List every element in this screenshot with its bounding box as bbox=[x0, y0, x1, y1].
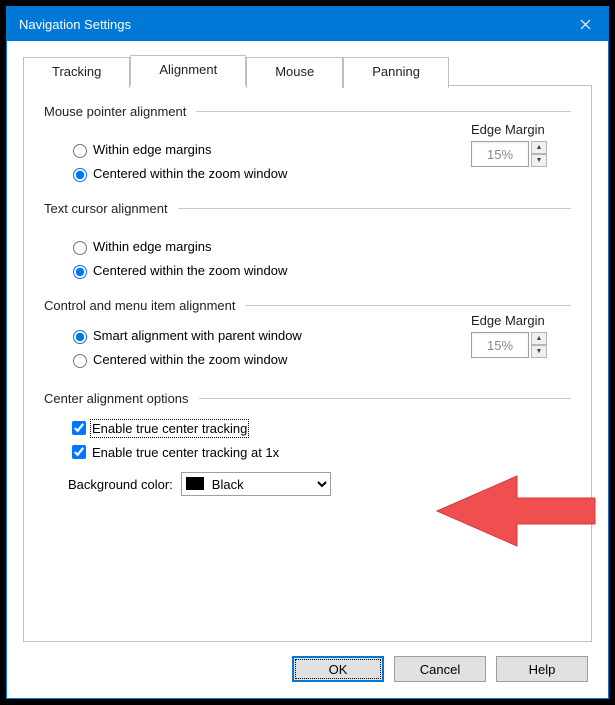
radio-control-smart[interactable] bbox=[73, 330, 87, 344]
group-center-options: Center alignment options Enable true cen… bbox=[44, 391, 571, 498]
mouse-margin-value[interactable]: 15% bbox=[471, 141, 529, 167]
label-background-color: Background color: bbox=[68, 477, 173, 492]
radio-text-edge[interactable] bbox=[73, 241, 87, 255]
label-edge-margin-text: Edge Margin bbox=[471, 313, 547, 328]
cancel-button[interactable]: Cancel bbox=[394, 656, 486, 682]
tab-tracking[interactable]: Tracking bbox=[23, 57, 130, 88]
help-button[interactable]: Help bbox=[496, 656, 588, 682]
window-title: Navigation Settings bbox=[19, 17, 562, 32]
close-icon bbox=[580, 19, 591, 30]
checkbox-true-center-1x[interactable] bbox=[72, 445, 86, 459]
label-mouse-centered: Centered within the zoom window bbox=[93, 166, 287, 181]
label-text-edge: Within edge margins bbox=[93, 239, 212, 254]
mouse-edge-margin: Edge Margin 15% ▲ ▼ bbox=[471, 122, 547, 167]
tab-mouse[interactable]: Mouse bbox=[246, 57, 343, 88]
group-title-text: Text cursor alignment bbox=[44, 201, 168, 216]
radio-control-centered[interactable] bbox=[73, 354, 87, 368]
radio-mouse-edge[interactable] bbox=[73, 144, 87, 158]
color-swatch-black bbox=[186, 477, 204, 490]
group-title-mouse: Mouse pointer alignment bbox=[44, 104, 186, 119]
radio-text-centered[interactable] bbox=[73, 265, 87, 279]
label-true-center: Enable true center tracking bbox=[92, 421, 247, 436]
label-mouse-edge: Within edge margins bbox=[93, 142, 212, 157]
tabstrip: Tracking Alignment Mouse Panning bbox=[23, 55, 592, 86]
tab-alignment[interactable]: Alignment bbox=[130, 55, 246, 86]
group-title-control: Control and menu item alignment bbox=[44, 298, 236, 313]
label-control-smart: Smart alignment with parent window bbox=[93, 328, 302, 343]
dialog-buttons: OK Cancel Help bbox=[23, 642, 592, 686]
label-true-center-1x: Enable true center tracking at 1x bbox=[92, 445, 279, 460]
text-margin-up[interactable]: ▲ bbox=[531, 332, 547, 345]
label-text-centered: Centered within the zoom window bbox=[93, 263, 287, 278]
text-edge-margin: Edge Margin 15% ▲ ▼ bbox=[471, 313, 547, 358]
titlebar: Navigation Settings bbox=[7, 7, 608, 41]
label-control-centered: Centered within the zoom window bbox=[93, 352, 287, 367]
mouse-margin-up[interactable]: ▲ bbox=[531, 141, 547, 154]
group-mouse-pointer: Mouse pointer alignment Within edge marg… bbox=[44, 104, 571, 185]
text-margin-value[interactable]: 15% bbox=[471, 332, 529, 358]
radio-mouse-centered[interactable] bbox=[73, 168, 87, 182]
group-text-cursor: Text cursor alignment Within edge margin… bbox=[44, 201, 571, 282]
close-button[interactable] bbox=[562, 7, 608, 41]
tab-panning[interactable]: Panning bbox=[343, 57, 449, 88]
checkbox-true-center[interactable] bbox=[72, 421, 86, 435]
label-edge-margin-mouse: Edge Margin bbox=[471, 122, 547, 137]
ok-button[interactable]: OK bbox=[292, 656, 384, 682]
dialog-body: Tracking Alignment Mouse Panning Mouse p… bbox=[7, 41, 608, 698]
text-margin-down[interactable]: ▼ bbox=[531, 345, 547, 358]
dialog-window: Navigation Settings Tracking Alignment M… bbox=[6, 6, 609, 699]
tab-panel-alignment: Mouse pointer alignment Within edge marg… bbox=[23, 85, 592, 642]
group-title-center: Center alignment options bbox=[44, 391, 189, 406]
mouse-margin-down[interactable]: ▼ bbox=[531, 154, 547, 167]
